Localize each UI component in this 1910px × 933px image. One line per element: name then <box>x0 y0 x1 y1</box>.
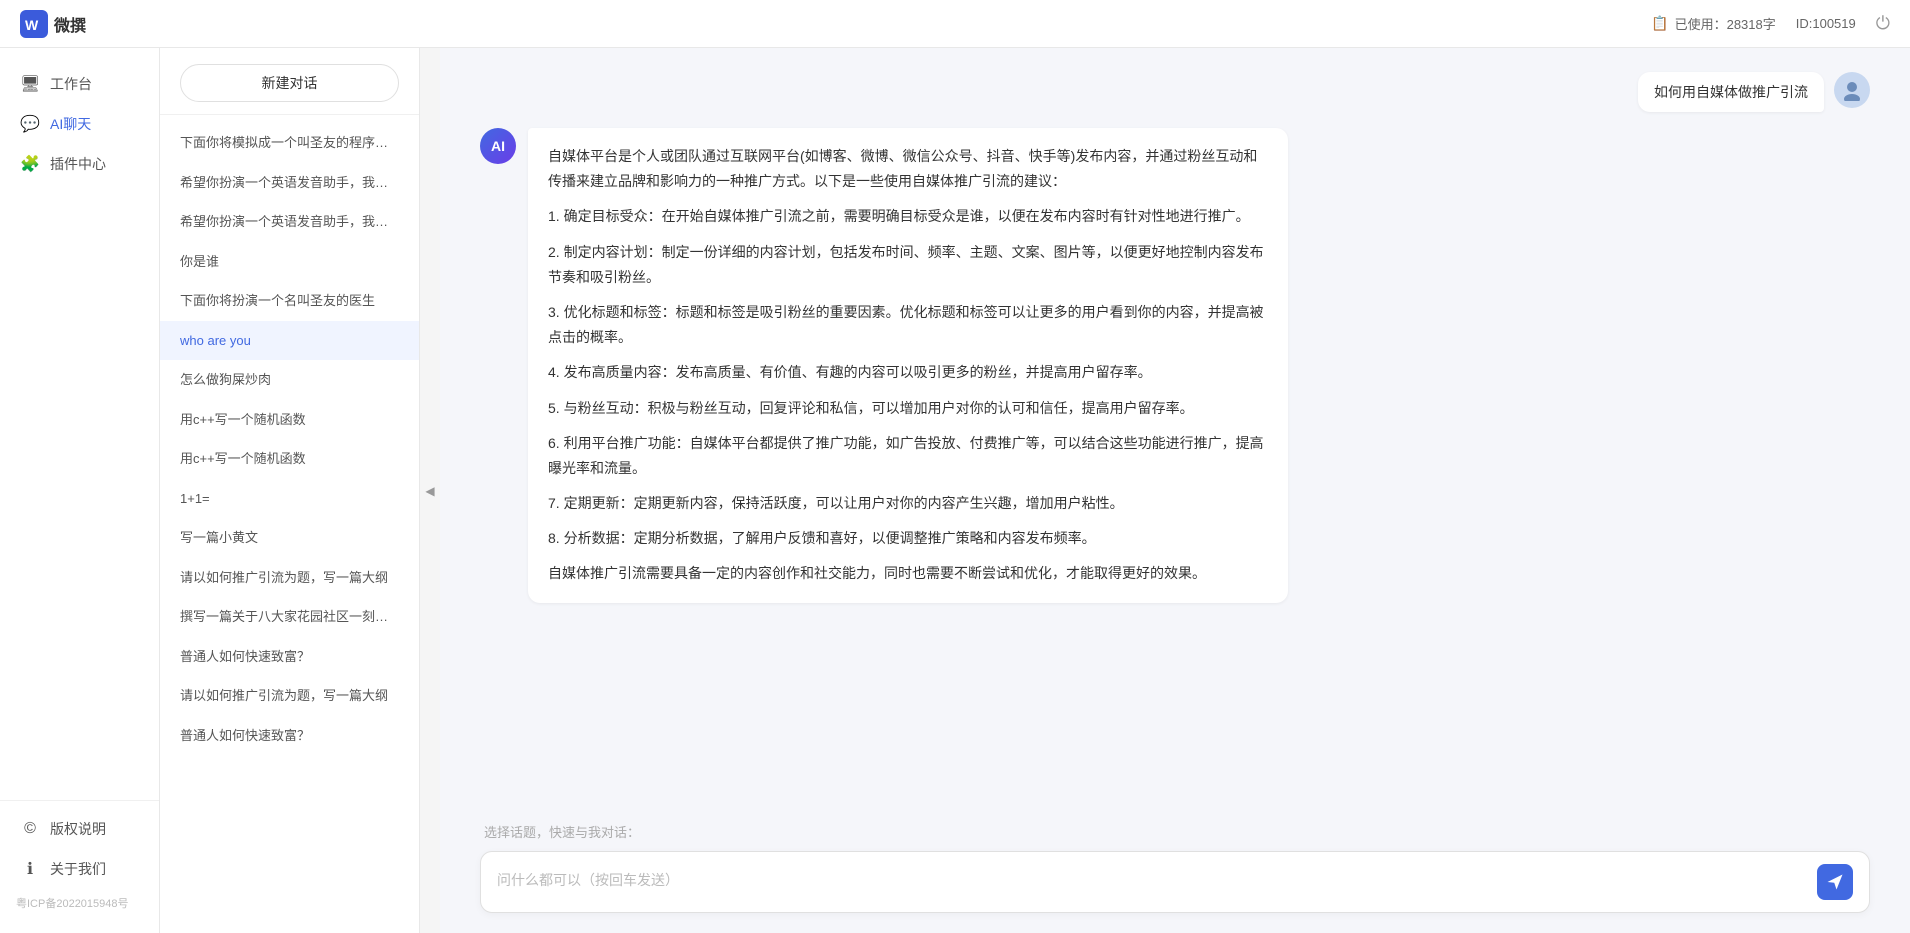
sidebar: 🖥 工作台 💬 AI聊天 🧩 插件中心 © 版权说明 ℹ 关于我们 粤ICP备2… <box>0 48 160 933</box>
id-text: ID:100519 <box>1796 16 1856 31</box>
history-item[interactable]: 希望你扮演一个英语发音助手，我提供给你... <box>160 202 419 242</box>
logo-icon: W <box>20 10 48 38</box>
new-chat-button[interactable]: 新建对话 <box>180 64 399 102</box>
history-item[interactable]: 普通人如何快速致富？ <box>160 637 419 677</box>
nav-label-workspace: 工作台 <box>50 74 92 94</box>
app-logo: W 微撰 <box>20 10 86 38</box>
history-item[interactable]: 撰写一篇关于八大家花园社区一刻钟便民生... <box>160 597 419 637</box>
ai-paragraph-5: 5. 与粉丝互动：积极与粉丝互动，回复评论和私信，可以增加用户对你的认可和信任，… <box>548 396 1268 421</box>
nav-item-workspace[interactable]: 🖥 工作台 <box>0 64 159 104</box>
nav-label-ai-chat: AI聊天 <box>50 114 91 134</box>
input-box <box>480 851 1870 913</box>
usage-info: 📋 已使用：28318字 <box>1651 14 1776 33</box>
plugin-icon: 🧩 <box>20 154 40 174</box>
chat-input[interactable] <box>497 870 1817 894</box>
history-item[interactable]: 1+1= <box>160 479 419 519</box>
topbar-right: 📋 已使用：28318字 ID:100519 ⏻ <box>1651 13 1890 34</box>
nav-item-copyright[interactable]: © 版权说明 <box>0 809 159 849</box>
history-item[interactable]: 你是谁 <box>160 242 419 282</box>
chat-input-area: 选择话题，快速与我对话： <box>440 822 1910 933</box>
send-icon <box>1826 873 1844 891</box>
workspace-icon: 🖥 <box>20 74 40 94</box>
copyright-icon: © <box>20 820 40 838</box>
chat-area: 如何用自媒体做推广引流 AI 自媒体平台是个人或团队通过互联网平台(如博客、微博… <box>440 48 1910 933</box>
history-item[interactable]: 用c++写一个随机函数 <box>160 439 419 479</box>
history-item[interactable]: 希望你扮演一个英语发音助手，我提供给你... <box>160 163 419 203</box>
ai-paragraph-0: 自媒体平台是个人或团队通过互联网平台(如博客、微博、微信公众号、抖音、快手等)发… <box>548 144 1268 194</box>
sidebar-bottom: © 版权说明 ℹ 关于我们 粤ICP备2022015948号 <box>0 800 159 917</box>
ai-paragraph-1: 1. 确定目标受众：在开始自媒体推广引流之前，需要明确目标受众是谁，以便在发布内… <box>548 204 1268 229</box>
power-icon[interactable]: ⏻ <box>1876 13 1890 34</box>
history-item[interactable]: 请以如何推广引流为题，写一篇大纲 <box>160 676 419 716</box>
nav-item-plugin[interactable]: 🧩 插件中心 <box>0 144 159 184</box>
history-list: 下面你将模拟成一个叫圣友的程序员、我说... 希望你扮演一个英语发音助手，我提供… <box>160 115 419 933</box>
usage-icon: 📋 <box>1651 15 1668 32</box>
send-button[interactable] <box>1817 864 1853 900</box>
icp-text: 粤ICP备2022015948号 <box>0 889 159 917</box>
ai-paragraph-4: 4. 发布高质量内容：发布高质量、有价值、有趣的内容可以吸引更多的粉丝，并提高用… <box>548 360 1268 385</box>
user-avatar <box>1834 72 1870 108</box>
user-message-text: 如何用自媒体做推广引流 <box>1638 72 1824 112</box>
history-header: 新建对话 <box>160 48 419 115</box>
history-item[interactable]: 写一篇小黄文 <box>160 518 419 558</box>
nav-item-about[interactable]: ℹ 关于我们 <box>0 849 159 889</box>
topbar: W 微撰 📋 已使用：28318字 ID:100519 ⏻ <box>0 0 1910 48</box>
ai-message: AI 自媒体平台是个人或团队通过互联网平台(如博客、微博、微信公众号、抖音、快手… <box>480 128 1870 603</box>
history-panel: 新建对话 下面你将模拟成一个叫圣友的程序员、我说... 希望你扮演一个英语发音助… <box>160 48 420 933</box>
ai-paragraph-2: 2. 制定内容计划：制定一份详细的内容计划，包括发布时间、频率、主题、文案、图片… <box>548 240 1268 290</box>
ai-paragraph-9: 自媒体推广引流需要具备一定的内容创作和社交能力，同时也需要不断尝试和优化，才能取… <box>548 561 1268 586</box>
ai-content: 自媒体平台是个人或团队通过互联网平台(如博客、微博、微信公众号、抖音、快手等)发… <box>528 128 1288 603</box>
history-item[interactable]: who are you <box>160 321 419 361</box>
ai-paragraph-3: 3. 优化标题和标签：标题和标签是吸引粉丝的重要因素。优化标题和标签可以让更多的… <box>548 300 1268 350</box>
nav-label-plugin: 插件中心 <box>50 154 106 174</box>
usage-text: 已使用：28318字 <box>1675 14 1776 33</box>
ai-paragraph-8: 8. 分析数据：定期分析数据，了解用户反馈和喜好，以便调整推广策略和内容发布频率… <box>548 526 1268 551</box>
ai-avatar: AI <box>480 128 516 164</box>
nav-label-copyright: 版权说明 <box>50 819 106 839</box>
quick-topics-label: 选择话题，快速与我对话： <box>480 822 1870 841</box>
user-message: 如何用自媒体做推广引流 <box>480 72 1870 112</box>
ai-paragraph-7: 7. 定期更新：定期更新内容，保持活跃度，可以让用户对你的内容产生兴趣，增加用户… <box>548 491 1268 516</box>
history-item[interactable]: 下面你将模拟成一个叫圣友的程序员、我说... <box>160 123 419 163</box>
history-item[interactable]: 用c++写一个随机函数 <box>160 400 419 440</box>
svg-text:W: W <box>25 17 39 33</box>
app-title: 微撰 <box>54 12 86 36</box>
history-item[interactable]: 普通人如何快速致富？ <box>160 716 419 756</box>
collapse-sidebar-button[interactable]: ◀ <box>420 48 440 933</box>
ai-chat-icon: 💬 <box>20 114 40 134</box>
history-item[interactable]: 怎么做狗屎炒肉 <box>160 360 419 400</box>
chat-messages: 如何用自媒体做推广引流 AI 自媒体平台是个人或团队通过互联网平台(如博客、微博… <box>440 48 1910 822</box>
history-item[interactable]: 下面你将扮演一个名叫圣友的医生 <box>160 281 419 321</box>
history-item[interactable]: 请以如何推广引流为题，写一篇大纲 <box>160 558 419 598</box>
nav-label-about: 关于我们 <box>50 859 106 879</box>
ai-paragraph-6: 6. 利用平台推广功能：自媒体平台都提供了推广功能，如广告投放、付费推广等，可以… <box>548 431 1268 481</box>
about-icon: ℹ <box>20 859 40 879</box>
nav-item-ai-chat[interactable]: 💬 AI聊天 <box>0 104 159 144</box>
